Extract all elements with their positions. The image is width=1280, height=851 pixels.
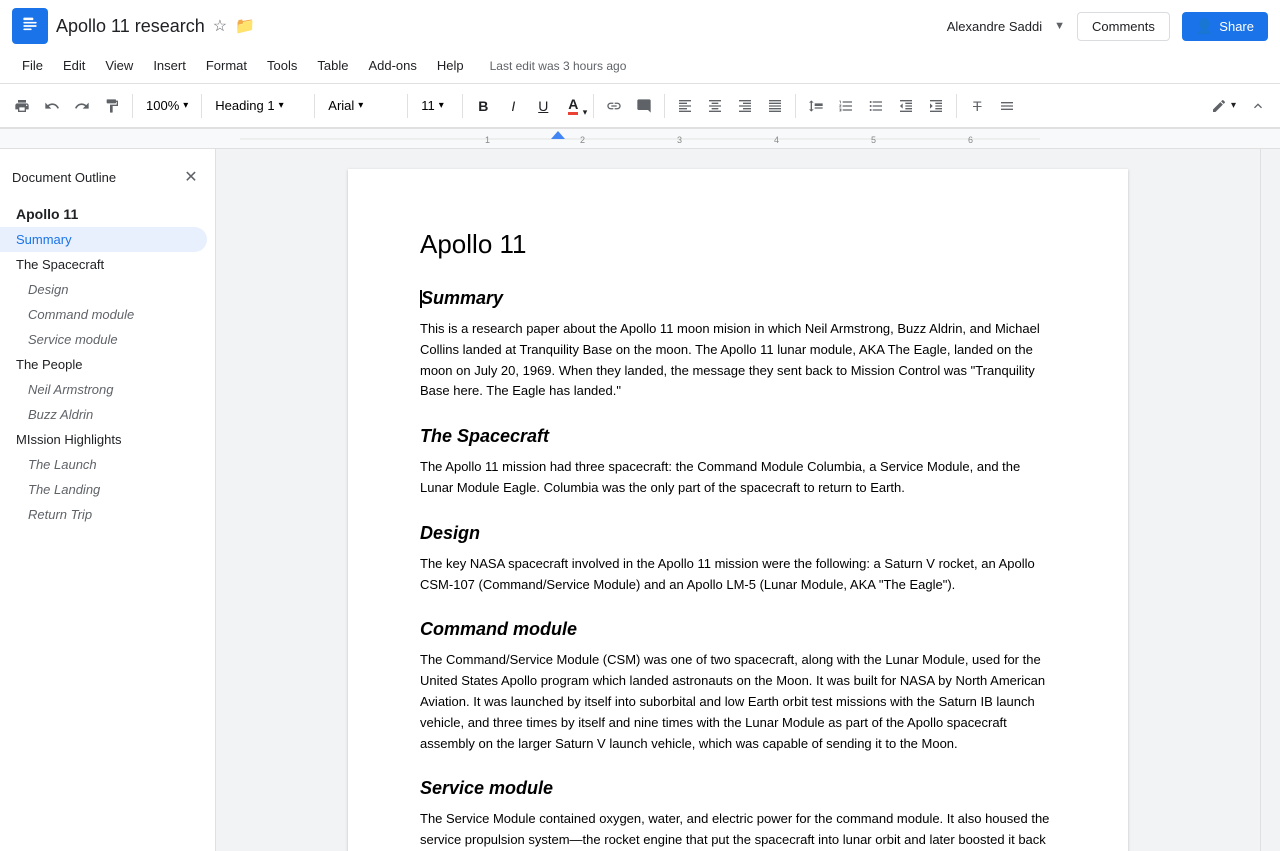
underline-button[interactable]: U — [529, 92, 557, 120]
outline-item-neil-armstrong[interactable]: Neil Armstrong — [0, 377, 207, 402]
outline-item-the-landing[interactable]: The Landing — [0, 477, 207, 502]
doc-heading-title: Apollo 11 — [420, 229, 1056, 260]
last-edit-text: Last edit was 3 hours ago — [490, 59, 627, 73]
menu-view[interactable]: View — [95, 54, 143, 77]
menu-insert[interactable]: Insert — [143, 54, 196, 77]
comments-button[interactable]: Comments — [1077, 12, 1170, 41]
sidebar-title: Document Outline — [12, 170, 116, 185]
outline-item-the-people[interactable]: The People — [0, 352, 207, 377]
menu-edit[interactable]: Edit — [53, 54, 95, 77]
collapse-sidebar-button[interactable] — [1244, 92, 1272, 120]
outline-item-apollo-11[interactable]: Apollo 11 — [0, 201, 207, 227]
options-button[interactable] — [993, 92, 1021, 120]
section-content-spacecraft[interactable]: The Apollo 11 mission had three spacecra… — [420, 457, 1056, 499]
increase-indent-button[interactable] — [922, 92, 950, 120]
size-caret-icon: ▾ — [439, 100, 444, 111]
menu-help[interactable]: Help — [427, 54, 474, 77]
doc-page: Apollo 11 Summary This is a research pap… — [348, 169, 1128, 851]
add-comment-button[interactable] — [630, 92, 658, 120]
italic-button[interactable]: I — [499, 92, 527, 120]
folder-icon[interactable]: 📁 — [235, 16, 255, 36]
font-caret-icon: ▾ — [358, 100, 363, 111]
svg-text:1: 1 — [485, 135, 490, 145]
line-spacing-button[interactable] — [802, 92, 830, 120]
main-area: Document Outline ✕ Apollo 11SummaryThe S… — [0, 149, 1280, 851]
zoom-caret-icon: ▾ — [183, 100, 188, 111]
print-button[interactable] — [8, 92, 36, 120]
document-title: Apollo 11 research — [56, 16, 205, 37]
align-right-button[interactable] — [731, 92, 759, 120]
user-caret-icon: ▼ — [1054, 20, 1065, 32]
font-select[interactable]: Arial ▾ — [321, 92, 401, 120]
section-content-service-module[interactable]: The Service Module contained oxygen, wat… — [420, 809, 1056, 851]
svg-text:4: 4 — [774, 135, 779, 145]
paint-format-button[interactable] — [98, 92, 126, 120]
outline-item-service-module[interactable]: Service module — [0, 327, 207, 352]
outline-item-design[interactable]: Design — [0, 277, 207, 302]
menu-table[interactable]: Table — [307, 54, 358, 77]
menu-bar: File Edit View Insert Format Tools Table… — [0, 48, 1280, 84]
outline-item-buzz-aldrin[interactable]: Buzz Aldrin — [0, 402, 207, 427]
outline-item-mission-highlights[interactable]: MIssion Highlights — [0, 427, 207, 452]
text-color-caret-icon: ▾ — [583, 107, 588, 118]
section-heading-service-module: Service module — [420, 778, 1056, 799]
text-color-button[interactable]: A ▾ — [559, 92, 587, 120]
bold-button[interactable]: B — [469, 92, 497, 120]
user-name: Alexandre Saddi — [947, 19, 1042, 34]
section-heading-design: Design — [420, 523, 1056, 544]
outline-items: Apollo 11SummaryThe SpacecraftDesignComm… — [0, 201, 215, 527]
svg-text:2: 2 — [580, 135, 585, 145]
ruler: 1 2 3 4 5 6 7 — [0, 129, 1280, 149]
close-sidebar-button[interactable]: ✕ — [179, 165, 203, 189]
share-person-icon: 👤 — [1196, 18, 1213, 35]
edit-mode-caret-icon: ▾ — [1231, 100, 1236, 111]
section-content-summary[interactable]: This is a research paper about the Apoll… — [420, 319, 1056, 402]
section-heading-summary: Summary — [420, 288, 1056, 309]
svg-text:3: 3 — [677, 135, 682, 145]
share-button[interactable]: 👤 Share — [1182, 12, 1268, 41]
right-panel — [1260, 149, 1280, 851]
svg-text:5: 5 — [871, 135, 876, 145]
svg-text:6: 6 — [968, 135, 973, 145]
toolbar: 100% ▾ Heading 1 ▾ Arial ▾ 11 ▾ B I U A — [0, 84, 1280, 128]
size-select[interactable]: 11 ▾ — [414, 92, 456, 120]
zoom-select[interactable]: 100% ▾ — [139, 92, 195, 120]
app-icon[interactable] — [12, 8, 48, 44]
clear-format-button[interactable]: T — [963, 92, 991, 120]
justify-button[interactable] — [761, 92, 789, 120]
menu-addons[interactable]: Add-ons — [358, 54, 426, 77]
decrease-indent-button[interactable] — [892, 92, 920, 120]
align-left-button[interactable] — [671, 92, 699, 120]
undo-button[interactable] — [38, 92, 66, 120]
outline-item-summary[interactable]: Summary — [0, 227, 207, 252]
star-icon[interactable]: ☆ — [213, 16, 227, 36]
outline-item-the-launch[interactable]: The Launch — [0, 452, 207, 477]
menu-format[interactable]: Format — [196, 54, 257, 77]
style-caret-icon: ▾ — [279, 100, 284, 111]
outline-item-the-spacecraft[interactable]: The Spacecraft — [0, 252, 207, 277]
section-heading-spacecraft: The Spacecraft — [420, 426, 1056, 447]
edit-mode-button[interactable]: ▾ — [1205, 92, 1242, 120]
numbered-list-button[interactable] — [832, 92, 860, 120]
outline-item-command-module[interactable]: Command module — [0, 302, 207, 327]
section-content-command-module[interactable]: The Command/Service Module (CSM) was one… — [420, 650, 1056, 754]
section-heading-command-module: Command module — [420, 619, 1056, 640]
section-content-design[interactable]: The key NASA spacecraft involved in the … — [420, 554, 1056, 596]
menu-tools[interactable]: Tools — [257, 54, 307, 77]
link-button[interactable] — [600, 92, 628, 120]
menu-file[interactable]: File — [12, 54, 53, 77]
style-select[interactable]: Heading 1 ▾ — [208, 92, 308, 120]
document-outline-sidebar: Document Outline ✕ Apollo 11SummaryThe S… — [0, 149, 216, 851]
align-center-button[interactable] — [701, 92, 729, 120]
bullet-list-button[interactable] — [862, 92, 890, 120]
redo-button[interactable] — [68, 92, 96, 120]
outline-item-return-trip[interactable]: Return Trip — [0, 502, 207, 527]
document-area: Apollo 11 Summary This is a research pap… — [216, 149, 1260, 851]
